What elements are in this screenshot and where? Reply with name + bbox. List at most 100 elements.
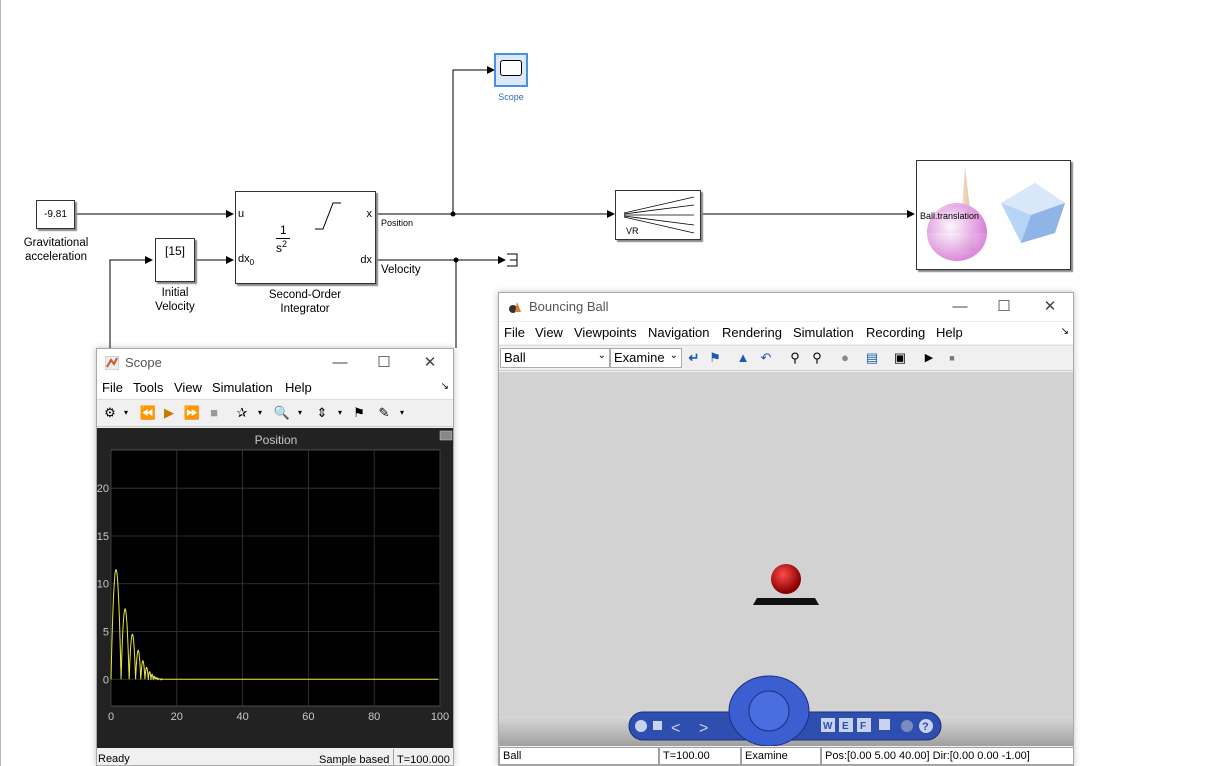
zoom-in-icon[interactable]: ⚲ [786,349,804,367]
menu-viewpoints[interactable]: Viewpoints [574,325,637,340]
port-dx0: dx0 [238,253,254,267]
zoom-out-icon[interactable]: ⚲ [808,349,826,367]
initial-velocity-block[interactable]: [15] [155,238,195,282]
menu-help[interactable]: Help [285,380,312,395]
close-button[interactable]: ✕ [1039,296,1061,318]
position-chart[interactable]: Position 0 20 40 60 80 100 0 5 10 15 20 [97,428,454,748]
x-tick-label: 80 [368,711,380,723]
status-time: T=100.00 [659,747,741,765]
menu-file[interactable]: File [504,325,525,340]
stop-icon[interactable]: ■ [205,404,223,422]
dropdown-arrow-icon[interactable]: ▾ [251,404,269,422]
scope-window[interactable]: Scope — ☐ ✕ File Tools View Simulation H… [96,348,454,766]
dock-arrow-icon[interactable]: ↘ [441,381,449,392]
highlight-icon[interactable]: ✰ [233,404,251,422]
nav-settings-icon [901,720,913,732]
viewpoint-select[interactable]: Ball ⌄ [500,348,610,368]
navigation-panel[interactable]: < > W E F ? [627,666,947,746]
maximize-button[interactable]: ☐ [993,296,1015,318]
menu-recording[interactable]: Recording [866,325,925,340]
menu-help[interactable]: Help [936,325,963,340]
vr-titlebar[interactable]: Bouncing Ball — ☐ ✕ [499,293,1073,321]
scope-block-label: Scope [498,92,524,102]
menu-view[interactable]: View [535,325,563,340]
port-u: u [238,208,245,220]
x-tick-label: 100 [431,711,449,723]
minimize-button[interactable]: — [329,352,351,374]
vr-app-icon [509,302,521,313]
camera-icon[interactable]: ▣ [891,349,909,367]
dropdown-arrow-icon[interactable]: ▾ [393,404,411,422]
menu-file[interactable]: File [102,380,123,395]
dropdown-arrow-icon[interactable]: ▾ [331,404,349,422]
ball [771,564,801,594]
gravity-label-line1: Gravitational [23,237,89,249]
port-dx0-text: dx [238,253,250,265]
status-time: T=100.000 [393,749,453,765]
play-icon[interactable]: ▶ [920,349,938,367]
vr-sink-block[interactable]: Ball.translation [916,160,1071,270]
vr-3d-viewport[interactable]: < > W E F ? [499,372,1073,746]
matlab-icon [105,356,119,370]
fit-axes-icon[interactable]: ⇕ [313,404,331,422]
x-tick-label: 40 [236,711,248,723]
scope-window-title: Scope [125,355,162,370]
gravity-constant-block[interactable]: -9.81 [36,200,75,229]
y-tick-label: 15 [97,531,109,543]
chart-title: Position [255,433,298,447]
menu-view[interactable]: View [174,380,202,395]
return-viewpoint-icon[interactable]: ↵ [685,349,703,367]
measurements-icon[interactable]: ✎ [375,404,393,422]
zoom-in-icon[interactable]: 🔍 [273,404,291,422]
x-tick-label: 0 [108,711,114,723]
status-mode: Examine [741,747,821,765]
dropdown-arrow-icon[interactable]: ▾ [291,404,309,422]
menu-tools[interactable]: Tools [133,380,163,395]
status-ready: Ready [98,753,130,765]
record-icon[interactable]: ● [836,349,854,367]
menu-rendering[interactable]: Rendering [722,325,782,340]
gravity-label-line2: acceleration [24,251,87,263]
x-tick-label: 60 [302,711,314,723]
status-sample-mode: Sample based [319,754,390,766]
transfer-denominator: s2 [276,239,287,255]
maximize-button[interactable]: ☐ [373,352,395,374]
menu-navigation[interactable]: Navigation [648,325,709,340]
dock-arrow-icon[interactable]: ↘ [1061,326,1069,337]
flag-icon[interactable]: ⚑ [706,349,724,367]
mode-select[interactable]: Examine ⌄ [610,348,682,368]
port-dx0-sub: 0 [249,258,255,268]
initial-velocity-label-line2: Velocity [155,301,195,313]
vr-block[interactable]: VR [615,190,701,240]
scope-block-screen [500,60,522,76]
y-tick-label: 20 [97,483,109,495]
scope-plot-area[interactable]: Position 0 20 40 60 80 100 0 5 10 15 20 [97,428,454,748]
straighten-icon[interactable]: ▲ [734,349,752,367]
legend-toggle-button [439,430,453,441]
minimize-button[interactable]: — [949,296,971,318]
close-button[interactable]: ✕ [419,352,441,374]
status-viewpoint: Ball [499,747,659,765]
y-tick-label: 0 [103,674,109,686]
step-back-icon[interactable]: ⏪ [139,404,157,422]
transfer-numerator: 1 [280,223,287,237]
terminator-block [507,253,518,267]
chevron-down-icon: ⌄ [597,350,606,361]
second-order-integrator-block[interactable]: u dx0 x dx 1 s2 [235,191,376,284]
dropdown-arrow-icon[interactable]: ▾ [117,404,135,422]
y-tick-label: 10 [97,579,109,591]
undo-move-icon[interactable]: ↶ [757,349,775,367]
menu-simulation[interactable]: Simulation [212,380,273,395]
bouncing-ball-window[interactable]: Bouncing Ball — ☐ ✕ File View Viewpoints… [498,292,1074,766]
scope-titlebar[interactable]: Scope — ☐ ✕ [97,349,453,377]
scope-toolbar: ⚙ ▾ ⏪ ▶ ⏩ ■ ✰ ▾ 🔍 ▾ ⇕ ▾ ⚑ ✎ ▾ [97,399,453,427]
nav-help-label: ? [922,721,929,733]
step-forward-icon[interactable]: ⏩ [183,404,201,422]
scope-block[interactable] [494,53,528,87]
stop-icon[interactable]: ■ [943,349,961,367]
clipboard-icon[interactable]: ▤ [863,349,881,367]
vr-toolbar: Ball ⌄ Examine ⌄ ↵ ⚑ ▲ ↶ ⚲ ⚲ ● ▤ ▣ ▶ ■ [499,345,1073,371]
triggers-icon[interactable]: ⚑ [350,404,368,422]
menu-simulation[interactable]: Simulation [793,325,854,340]
run-icon[interactable]: ▶ [160,404,178,422]
